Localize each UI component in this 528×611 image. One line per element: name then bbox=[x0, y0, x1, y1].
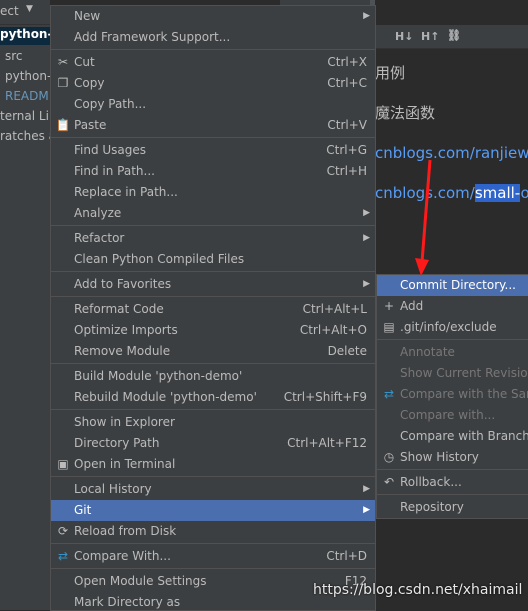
arrow-head bbox=[415, 258, 429, 276]
watermark: https://blog.csdn.net/xhaimail bbox=[313, 582, 523, 598]
arrow-shaft bbox=[420, 159, 432, 263]
annotation-arrow bbox=[415, 159, 432, 276]
